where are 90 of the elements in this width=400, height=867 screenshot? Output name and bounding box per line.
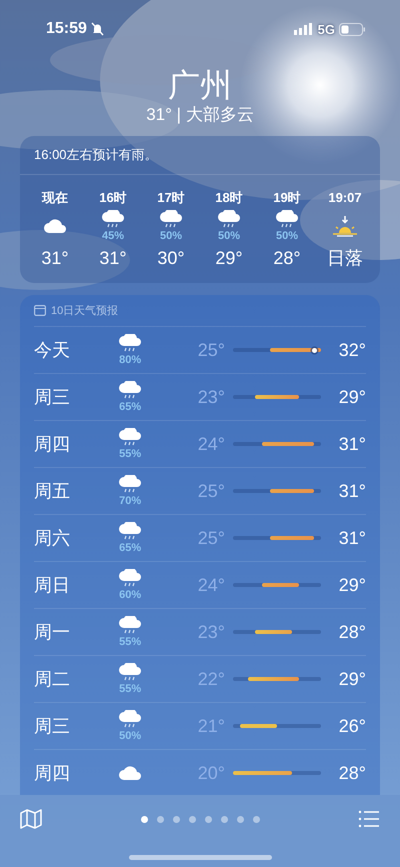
- precip-chance: 70%: [119, 495, 142, 507]
- page-dot[interactable]: [140, 816, 148, 822]
- calendar-icon: [34, 305, 46, 316]
- precip-chance: 50%: [119, 730, 142, 742]
- low-temp: 25°: [196, 480, 225, 502]
- low-temp: 23°: [196, 386, 225, 408]
- rain-cloud-icon: [118, 334, 142, 354]
- battery-icon: [339, 22, 366, 36]
- low-temp: 22°: [196, 668, 225, 690]
- rain-cloud-icon: [217, 210, 241, 230]
- low-temp: 24°: [196, 434, 225, 454]
- precip-chance: 80%: [119, 354, 142, 366]
- hour-temp: 29°: [215, 247, 243, 270]
- hour-temp: 31°: [99, 247, 127, 270]
- rain-cloud-icon: [159, 210, 183, 230]
- hour-label: 18时: [215, 189, 243, 207]
- day-label: 周日: [34, 574, 71, 597]
- day-label: 周一: [34, 621, 71, 644]
- hour-temp: 30°: [157, 247, 185, 270]
- page-dot[interactable]: [156, 816, 164, 822]
- precip-chance: 60%: [119, 589, 142, 601]
- high-temp: 29°: [338, 668, 366, 690]
- day-label: 今天: [34, 339, 71, 362]
- status-time: 15:59: [46, 20, 87, 38]
- hour-label: 19:07: [328, 189, 362, 207]
- precip-chance: 45%: [102, 230, 124, 242]
- high-temp: 31°: [338, 434, 366, 454]
- low-temp: 25°: [196, 340, 225, 360]
- high-temp: 28°: [338, 622, 366, 642]
- high-temp: 26°: [338, 716, 366, 736]
- hour-temp: 31°: [41, 247, 69, 270]
- high-temp: 28°: [338, 762, 366, 784]
- low-temp: 21°: [196, 716, 225, 736]
- hourly-summary: 16:00左右预计有雨。: [20, 146, 380, 175]
- day-label: 周四: [34, 433, 71, 456]
- precip-chance: 50%: [160, 230, 182, 242]
- rain-cloud-icon: [101, 210, 125, 230]
- high-temp: 29°: [338, 574, 366, 596]
- low-temp: 25°: [196, 528, 225, 548]
- hour-label: 现在: [42, 189, 68, 207]
- hour-label: 17时: [157, 189, 185, 207]
- rain-cloud-icon: [118, 522, 142, 542]
- network-label: 5G: [318, 22, 335, 36]
- day-label: 周五: [34, 480, 71, 503]
- day-label: 周三: [34, 386, 71, 409]
- high-temp: 31°: [338, 480, 366, 502]
- rain-cloud-icon: [118, 428, 142, 448]
- rain-cloud-icon: [118, 663, 142, 683]
- rain-cloud-icon: [118, 616, 142, 636]
- city-name: 广州: [168, 66, 232, 104]
- rain-cloud-icon: [118, 381, 142, 401]
- precip-chance: 55%: [119, 683, 142, 695]
- page-dot[interactable]: [172, 816, 180, 822]
- day-label: 周三: [34, 715, 71, 738]
- day-label: 周二: [34, 668, 71, 691]
- cloud-icon: [43, 218, 67, 234]
- precip-chance: 65%: [119, 401, 142, 413]
- page-dot[interactable]: [220, 816, 228, 822]
- list-icon[interactable]: [358, 810, 380, 828]
- precip-chance: 50%: [218, 230, 240, 242]
- day-label: 周四: [34, 762, 71, 785]
- high-temp: 32°: [338, 340, 366, 360]
- precip-chance: 50%: [276, 230, 298, 242]
- rain-cloud-icon: [275, 210, 299, 230]
- map-icon[interactable]: [20, 809, 42, 829]
- forecast-title: 10日天气预报: [51, 304, 118, 318]
- weather-summary: 31° | 大部多云: [146, 104, 254, 126]
- rain-cloud-icon: [118, 569, 142, 589]
- page-dot[interactable]: [236, 816, 244, 822]
- low-temp: 20°: [196, 762, 225, 784]
- high-temp: 29°: [338, 386, 366, 408]
- hour-label: 16时: [99, 189, 127, 207]
- low-temp: 23°: [196, 622, 225, 642]
- hour-label: 19时: [273, 189, 301, 207]
- cloud-icon: [118, 765, 142, 781]
- sunset-icon: [332, 215, 358, 237]
- signal-icon: [294, 23, 314, 35]
- high-temp: 31°: [338, 528, 366, 548]
- precip-chance: 65%: [119, 542, 142, 554]
- hour-temp: 日落: [327, 247, 363, 270]
- page-dot[interactable]: [204, 816, 212, 822]
- rain-cloud-icon: [118, 475, 142, 495]
- low-temp: 24°: [196, 574, 225, 596]
- rain-cloud-icon: [118, 710, 142, 730]
- day-label: 周六: [34, 527, 71, 550]
- page-dot[interactable]: [252, 816, 260, 822]
- page-dot[interactable]: [188, 816, 196, 822]
- precip-chance: 55%: [119, 448, 142, 460]
- hour-temp: 28°: [273, 247, 301, 270]
- precip-chance: 55%: [119, 636, 142, 648]
